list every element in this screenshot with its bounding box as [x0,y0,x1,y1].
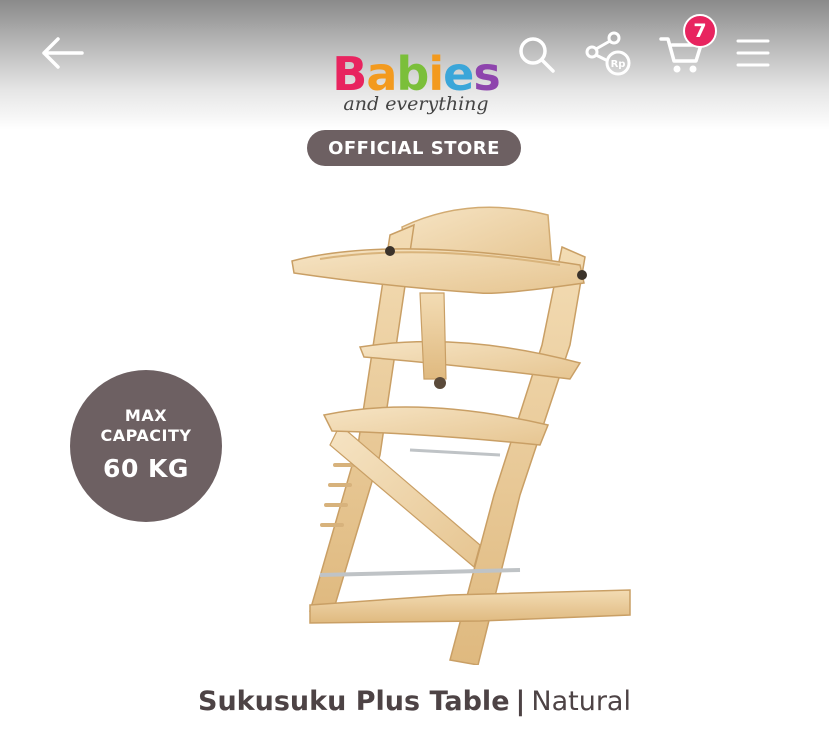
share-currency-label: Rp [611,59,626,70]
share-button[interactable]: Rp [582,28,636,80]
search-icon [519,37,555,73]
search-button[interactable] [512,30,560,78]
capacity-label-line2: CAPACITY [100,426,192,445]
brand-logo[interactable]: Babies and everything [318,48,514,128]
back-button[interactable] [36,30,88,76]
max-capacity-badge: MAX CAPACITY 60 KG [70,370,222,522]
brand-tagline: and everything [343,93,489,115]
back-arrow-icon [42,37,84,69]
official-store-badge: OFFICIAL STORE [307,130,521,166]
product-name: Sukusuku Plus Table [198,686,510,717]
menu-button[interactable] [730,32,776,74]
share-icon: Rp [585,31,631,76]
high-chair-image [291,206,631,665]
product-variant: Natural [531,686,631,717]
product-title: Sukusuku Plus Table | Natural [0,686,829,717]
cart-count-badge: 7 [683,14,717,48]
menu-icon [736,39,770,67]
capacity-label-line1: MAX [124,406,168,425]
title-separator: | [515,686,526,717]
capacity-value: 60 KG [103,454,189,483]
